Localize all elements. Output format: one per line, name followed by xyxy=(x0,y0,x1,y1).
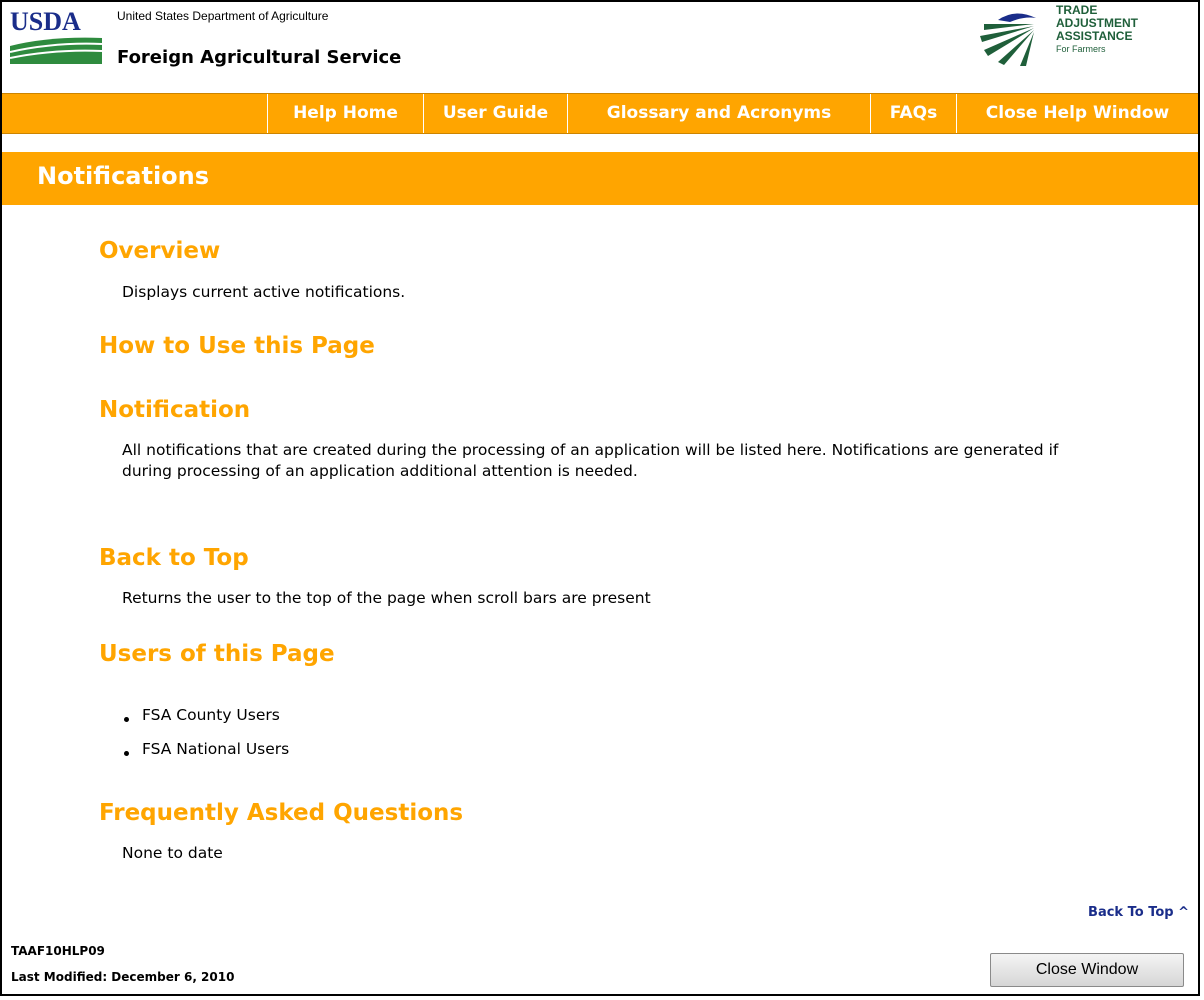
agency-name: Foreign Agricultural Service xyxy=(117,47,402,68)
help-nav-bar: Help Home User Guide Glossary and Acrony… xyxy=(2,93,1198,134)
users-list: FSA County Users FSA National Users xyxy=(122,705,289,773)
section-heading-overview: Overview xyxy=(99,238,221,264)
bullet-icon xyxy=(124,717,129,722)
usda-logo: USDA xyxy=(10,8,102,64)
section-heading-users: Users of this Page xyxy=(99,641,335,667)
section-text-back-to-top: Returns the user to the top of the page … xyxy=(122,589,651,607)
list-item-label: FSA County Users xyxy=(142,706,280,724)
taa-line-3: ASSISTANCE xyxy=(1056,29,1133,43)
section-text-notification: All notifications that are created durin… xyxy=(122,441,1059,480)
usda-logo-text: USDA xyxy=(10,8,81,36)
section-heading-how-to-use: How to Use this Page xyxy=(99,333,375,359)
list-item: FSA National Users xyxy=(122,739,289,773)
bullet-icon xyxy=(124,751,129,756)
close-window-button[interactable]: Close Window xyxy=(990,953,1184,987)
nav-glossary-acronyms[interactable]: Glossary and Acronyms xyxy=(567,94,870,133)
taa-line-4: For Farmers xyxy=(1056,44,1106,54)
section-heading-notification: Notification xyxy=(99,397,251,423)
nav-user-guide[interactable]: User Guide xyxy=(423,94,567,133)
section-text-faq: None to date xyxy=(122,844,223,862)
page-title: Notifications xyxy=(37,162,210,190)
section-heading-back-to-top: Back to Top xyxy=(99,545,249,571)
list-item: FSA County Users xyxy=(122,705,289,739)
taa-logo-text: TRADE ADJUSTMENT ASSISTANCE For Farmers xyxy=(1056,4,1138,56)
back-to-top-link[interactable]: Back To Top ^ xyxy=(1088,905,1189,920)
taa-logo-icon xyxy=(976,6,1054,66)
department-name: United States Department of Agriculture xyxy=(117,9,329,23)
nav-faqs[interactable]: FAQs xyxy=(870,94,956,133)
nav-help-home[interactable]: Help Home xyxy=(267,94,423,133)
list-item-label: FSA National Users xyxy=(142,740,290,758)
section-heading-faq: Frequently Asked Questions xyxy=(99,800,464,826)
section-text-overview: Displays current active notifications. xyxy=(122,283,406,301)
page-title-bar: Notifications xyxy=(2,152,1198,205)
last-modified: Last Modified: December 6, 2010 xyxy=(11,970,235,984)
nav-close-help-window[interactable]: Close Help Window xyxy=(956,94,1198,133)
page-code: TAAF10HLP09 xyxy=(11,944,105,958)
